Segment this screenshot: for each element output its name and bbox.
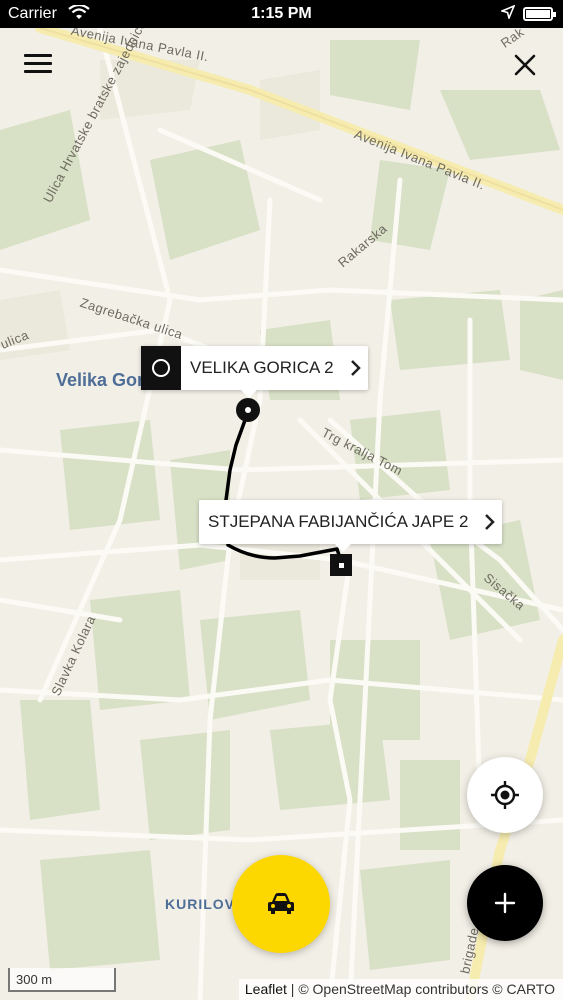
locate-me-button[interactable] xyxy=(467,757,543,833)
clock: 1:15 PM xyxy=(251,5,312,22)
chevron-right-icon xyxy=(344,359,368,377)
origin-marker[interactable] xyxy=(236,398,260,422)
close-button[interactable] xyxy=(513,53,537,77)
plus-icon xyxy=(494,892,516,914)
status-bar: Carrier 1:15 PM xyxy=(0,0,563,28)
car-icon xyxy=(268,893,294,914)
origin-label: VELIKA GORICA 2 xyxy=(190,358,334,377)
origin-callout[interactable]: VELIKA GORICA 2 xyxy=(141,346,368,398)
map-attribution: Leaflet | © OpenStreetMap contributors ©… xyxy=(238,979,563,1000)
circle-origin-icon xyxy=(141,346,181,390)
battery-icon xyxy=(523,7,556,21)
crosshair-location-icon xyxy=(491,781,519,809)
chevron-right-icon xyxy=(478,513,502,531)
hamburger-menu-icon xyxy=(24,54,52,73)
destination-callout[interactable]: STJEPANA FABIJANČIĆA JAPE 2 xyxy=(199,500,503,552)
destination-label: STJEPANA FABIJANČIĆA JAPE 2 xyxy=(208,512,469,531)
destination-marker[interactable] xyxy=(330,554,352,576)
location-arrow-icon xyxy=(499,4,516,24)
add-button[interactable] xyxy=(467,865,543,941)
close-icon xyxy=(514,54,536,76)
district-label: KURILOV xyxy=(165,896,235,912)
map-scale: 300 m xyxy=(8,968,116,992)
leaflet-link[interactable]: Leaflet xyxy=(245,981,287,997)
menu-button[interactable] xyxy=(24,54,52,78)
request-ride-button[interactable] xyxy=(232,855,330,953)
attribution-text: | © OpenStreetMap contributors © CARTO xyxy=(286,981,555,997)
